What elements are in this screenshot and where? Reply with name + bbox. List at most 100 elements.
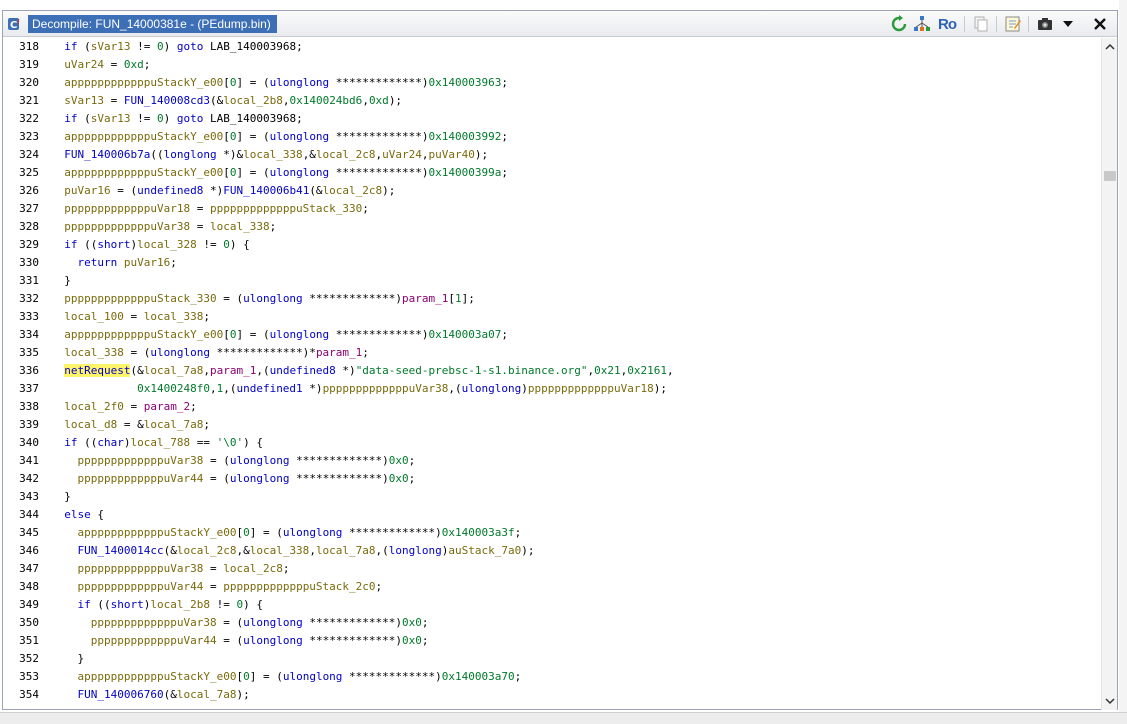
code-token[interactable]: *************) (329, 166, 429, 179)
code-token[interactable]: (& (164, 688, 177, 701)
code-token[interactable]: [ (223, 328, 230, 341)
code-token[interactable]: local_788 (131, 436, 191, 449)
code-line[interactable]: 339 local_d8 = &local_7a8; (3, 416, 210, 434)
code-token[interactable]: 1 (455, 292, 462, 305)
menu-dropdown-icon[interactable] (1057, 14, 1079, 34)
code-token[interactable]: ) { (243, 598, 263, 611)
code-token[interactable]: puVar16 (124, 256, 170, 269)
code-token[interactable]: pppppppppppppuVar18 (64, 202, 190, 215)
code-text[interactable]: if ((short)local_2b8 != 0) { (51, 598, 263, 611)
code-token[interactable] (51, 616, 91, 629)
code-token[interactable]: FUN_140006b7a (64, 148, 150, 161)
code-token[interactable]: ); (521, 544, 534, 557)
code-token[interactable]: 0 (243, 670, 250, 683)
code-token[interactable]: ; (362, 346, 369, 359)
code-token[interactable]: 0x14000399a (429, 166, 502, 179)
code-token[interactable]: , (309, 544, 316, 557)
code-token[interactable]: "data-seed-prebsc-1-s1.binance.org" (356, 364, 588, 377)
code-text[interactable]: appppppppppppuStackY_e00[0] = (ulonglong… (51, 670, 522, 683)
code-token[interactable]: ] = ( (236, 166, 269, 179)
code-token[interactable]: ulonglong (270, 76, 330, 89)
code-line[interactable]: 347 pppppppppppppuVar38 = local_2c8; (3, 560, 289, 578)
code-token[interactable]: local_7a8 (177, 688, 237, 701)
code-text[interactable]: local_2f0 = param_2; (51, 400, 196, 413)
code-text[interactable]: pppppppppppppuVar38 = local_2c8; (51, 562, 290, 575)
code-line[interactable]: 334 appppppppppppuStackY_e00[0] = (ulong… (3, 326, 508, 344)
code-token[interactable] (51, 508, 64, 521)
code-token[interactable]: local_100 (64, 310, 124, 323)
code-token[interactable]: 0x21 (594, 364, 621, 377)
code-token[interactable] (117, 256, 124, 269)
code-token[interactable]: ; (203, 418, 210, 431)
code-token[interactable]: 0x1400248f0 (137, 382, 210, 395)
code-token[interactable]: ,( (376, 544, 389, 557)
code-token[interactable]: [ (223, 76, 230, 89)
code-token[interactable] (51, 400, 64, 413)
code-text[interactable]: appppppppppppuStackY_e00[0] = (ulonglong… (51, 328, 508, 341)
code-token[interactable]: = ( (203, 454, 230, 467)
code-token[interactable]: 0 (223, 238, 230, 251)
code-text[interactable]: if (sVar13 != 0) goto LAB_140003968; (51, 112, 302, 125)
code-token[interactable]: appppppppppppuStackY_e00 (78, 526, 237, 539)
code-token[interactable]: ); (236, 688, 249, 701)
code-token[interactable]: appppppppppppuStackY_e00 (64, 328, 223, 341)
code-token[interactable]: if (64, 112, 77, 125)
code-token[interactable]: , (362, 94, 369, 107)
code-token[interactable]: ) { (243, 436, 263, 449)
code-line[interactable]: 351 pppppppppppppuVar44 = (ulonglong ***… (3, 632, 429, 650)
code-token[interactable]: sVar13 (91, 40, 131, 53)
code-token[interactable]: = ( (111, 184, 137, 197)
code-token[interactable]: local_2f0 (64, 400, 124, 413)
code-token[interactable]: pppppppppppppuVar38 (78, 454, 204, 467)
highlighted-token[interactable]: netRequest (64, 364, 131, 377)
code-token[interactable] (51, 346, 64, 359)
code-text[interactable]: pppppppppppppuVar44 = pppppppppppppuStac… (51, 580, 383, 593)
code-line[interactable]: 349 if ((short)local_2b8 != 0) { (3, 596, 263, 614)
code-line[interactable]: 335 local_338 = (ulonglong *************… (3, 344, 369, 362)
code-token[interactable]: local_338 (64, 346, 124, 359)
code-token[interactable]: ); (389, 94, 402, 107)
code-token[interactable] (51, 184, 64, 197)
code-token[interactable]: local_2c8 (223, 562, 283, 575)
code-token[interactable]: ,& (236, 544, 249, 557)
copy-icon[interactable] (970, 14, 992, 34)
code-token[interactable]: = (190, 202, 210, 215)
code-token[interactable]: ; (515, 670, 522, 683)
code-token[interactable]: ulonglong (230, 472, 290, 485)
code-token[interactable]: { (91, 508, 104, 521)
code-token[interactable] (51, 40, 64, 53)
code-token[interactable] (51, 148, 64, 161)
code-token[interactable]: goto (177, 40, 204, 53)
code-token[interactable] (51, 598, 78, 611)
code-token[interactable]: return (78, 256, 118, 269)
code-text[interactable]: local_d8 = &local_7a8; (51, 418, 210, 431)
code-token[interactable]: ulonglong (270, 328, 330, 341)
code-line[interactable]: 354 FUN_140006760(&local_7a8); (3, 686, 250, 704)
code-token[interactable]: sVar13 (64, 94, 104, 107)
code-token[interactable]: = (203, 580, 223, 593)
code-text[interactable]: local_338 = (ulonglong *************)*pa… (51, 346, 369, 359)
code-token[interactable]: != (197, 238, 224, 251)
code-token[interactable]: [ (223, 166, 230, 179)
code-token[interactable]: *************) (303, 292, 402, 305)
code-token[interactable]: *)& (217, 148, 243, 161)
code-token[interactable] (51, 256, 78, 269)
code-line[interactable]: 331 } (3, 272, 71, 290)
code-line[interactable]: 327 pppppppppppppuVar18 = pppppppppppppu… (3, 200, 369, 218)
code-token[interactable]: (( (78, 436, 97, 449)
code-token[interactable]: ; (422, 634, 429, 647)
code-token[interactable]: *************) (329, 328, 429, 341)
code-token[interactable]: local_2c8 (323, 184, 383, 197)
code-token[interactable] (51, 580, 78, 593)
scrollbar-thumb[interactable] (1104, 171, 1116, 181)
code-token[interactable]: ,( (448, 382, 461, 395)
code-token[interactable]: '\0' (217, 436, 244, 449)
code-token[interactable]: pppppppppppppuVar38 (91, 616, 217, 629)
code-token[interactable]: ulonglong (270, 130, 330, 143)
code-token[interactable]: local_338 (243, 148, 303, 161)
code-token[interactable]: = ( (217, 634, 243, 647)
code-token[interactable]: *) (336, 364, 355, 377)
code-token[interactable]: pppppppppppppuVar38 (323, 382, 449, 395)
code-token[interactable]: pppppppppppppuStack_2c0 (223, 580, 375, 593)
code-token[interactable]: 0 (157, 40, 164, 53)
